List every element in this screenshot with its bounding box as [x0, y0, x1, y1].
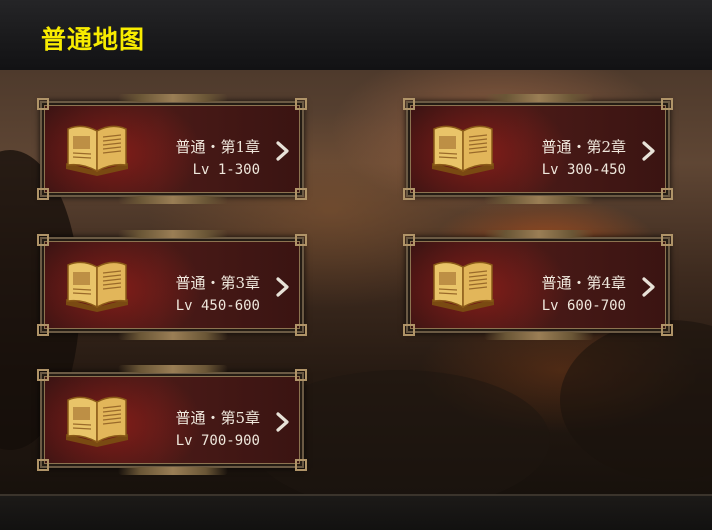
frame-corner: [37, 324, 49, 336]
frame-corner: [403, 324, 415, 336]
window-header: 普通地图: [0, 0, 712, 72]
frame-corner: [295, 188, 307, 200]
chapter-title: 普通・第3章: [175, 274, 260, 292]
open-book-icon: [66, 396, 128, 447]
frame-corner: [37, 98, 49, 110]
chapter-card-5[interactable]: 普通・第5章 Lv 700-900: [37, 365, 307, 475]
frame-corner: [295, 459, 307, 471]
chapter-card-3[interactable]: 普通・第3章 Lv 450-600: [37, 230, 307, 340]
chapter-card-2[interactable]: 普通・第2章 Lv 300-450: [403, 94, 673, 204]
frame-ornament: [484, 94, 594, 102]
frame-corner: [661, 324, 673, 336]
frame-corner: [37, 459, 49, 471]
chapter-title: 普通・第2章: [541, 138, 626, 156]
chevron-right-icon[interactable]: [274, 276, 292, 298]
open-book-icon: [66, 261, 128, 312]
frame-corner: [661, 234, 673, 246]
open-book-icon: [66, 125, 128, 176]
chapter-level-range: Lv 1-300: [192, 162, 260, 178]
window-footer: [0, 494, 712, 530]
chapter-title: 普通・第5章: [175, 409, 260, 427]
frame-corner: [661, 98, 673, 110]
frame-ornament: [484, 332, 594, 340]
open-book-icon: [432, 125, 494, 176]
chapter-title: 普通・第4章: [541, 274, 626, 292]
chapter-title: 普通・第1章: [175, 138, 260, 156]
frame-ornament: [118, 467, 228, 475]
chevron-right-icon[interactable]: [274, 140, 292, 162]
chapter-level-range: Lv 450-600: [175, 298, 260, 314]
frame-ornament: [118, 230, 228, 238]
frame-corner: [295, 324, 307, 336]
frame-corner: [403, 234, 415, 246]
open-book-icon: [432, 261, 494, 312]
frame-ornament: [118, 196, 228, 204]
frame-ornament: [484, 196, 594, 204]
frame-corner: [403, 98, 415, 110]
chevron-right-icon[interactable]: [274, 411, 292, 433]
page-title: 普通地图: [41, 25, 146, 54]
chapter-level-range: Lv 700-900: [175, 433, 260, 449]
chapter-level-range: Lv 300-450: [541, 162, 626, 178]
frame-corner: [37, 188, 49, 200]
chevron-right-icon[interactable]: [640, 276, 658, 298]
chapter-card-1[interactable]: 普通・第1章 Lv 1-300: [37, 94, 307, 204]
frame-corner: [37, 369, 49, 381]
chapter-level-range: Lv 600-700: [541, 298, 626, 314]
frame-corner: [295, 369, 307, 381]
frame-ornament: [484, 230, 594, 238]
chevron-right-icon[interactable]: [640, 140, 658, 162]
frame-corner: [403, 188, 415, 200]
frame-corner: [295, 98, 307, 110]
frame-corner: [37, 234, 49, 246]
chapter-card-4[interactable]: 普通・第4章 Lv 600-700: [403, 230, 673, 340]
frame-ornament: [118, 94, 228, 102]
frame-corner: [661, 188, 673, 200]
rock-silhouette: [560, 320, 712, 480]
frame-ornament: [118, 365, 228, 373]
frame-ornament: [118, 332, 228, 340]
frame-corner: [295, 234, 307, 246]
